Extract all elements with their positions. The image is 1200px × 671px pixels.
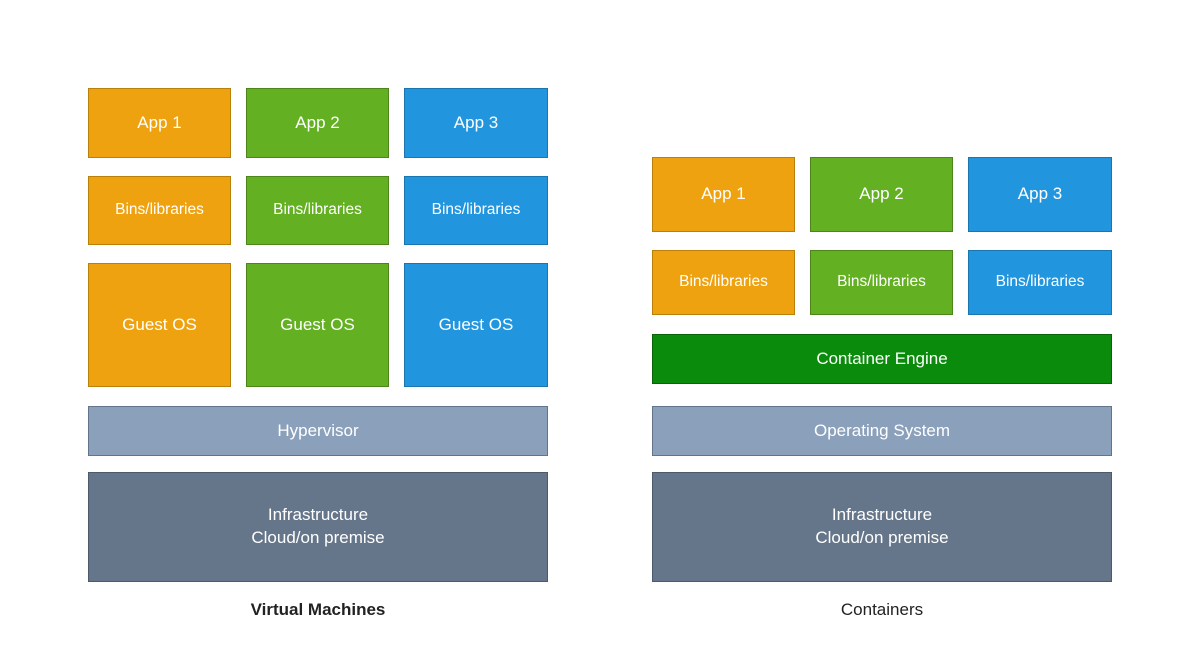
containers-group-caption: Containers [840,600,924,619]
vm-guest-os-2-box: Guest OS [246,263,389,387]
vm-bins-3-box: Bins/libraries [404,176,548,245]
container-bins-1-box: Bins/libraries [652,250,795,315]
vm-app-2-box: App 2 [246,88,389,158]
vm-infrastructure-box: Infrastructure Cloud/on premise [88,472,548,582]
container-app-1-box: App 1 [652,157,795,232]
container-bins-2-box: Bins/libraries [810,250,953,315]
vm-bins-1-box: Bins/libraries [88,176,231,245]
vm-group-caption: Virtual Machines [250,600,386,619]
container-engine-box: Container Engine [652,334,1112,384]
vm-app-1-box: App 1 [88,88,231,158]
vm-app-3-box: App 3 [404,88,548,158]
container-infrastructure-box: Infrastructure Cloud/on premise [652,472,1112,582]
container-bins-3-box: Bins/libraries [968,250,1112,315]
container-app-2-box: App 2 [810,157,953,232]
vm-guest-os-3-box: Guest OS [404,263,548,387]
vm-bins-2-box: Bins/libraries [246,176,389,245]
container-operating-system-box: Operating System [652,406,1112,456]
container-app-3-box: App 3 [968,157,1112,232]
diagram-canvas: App 1 App 2 App 3 Bins/libraries Bins/li… [0,0,1200,671]
vm-hypervisor-box: Hypervisor [88,406,548,456]
vm-guest-os-1-box: Guest OS [88,263,231,387]
